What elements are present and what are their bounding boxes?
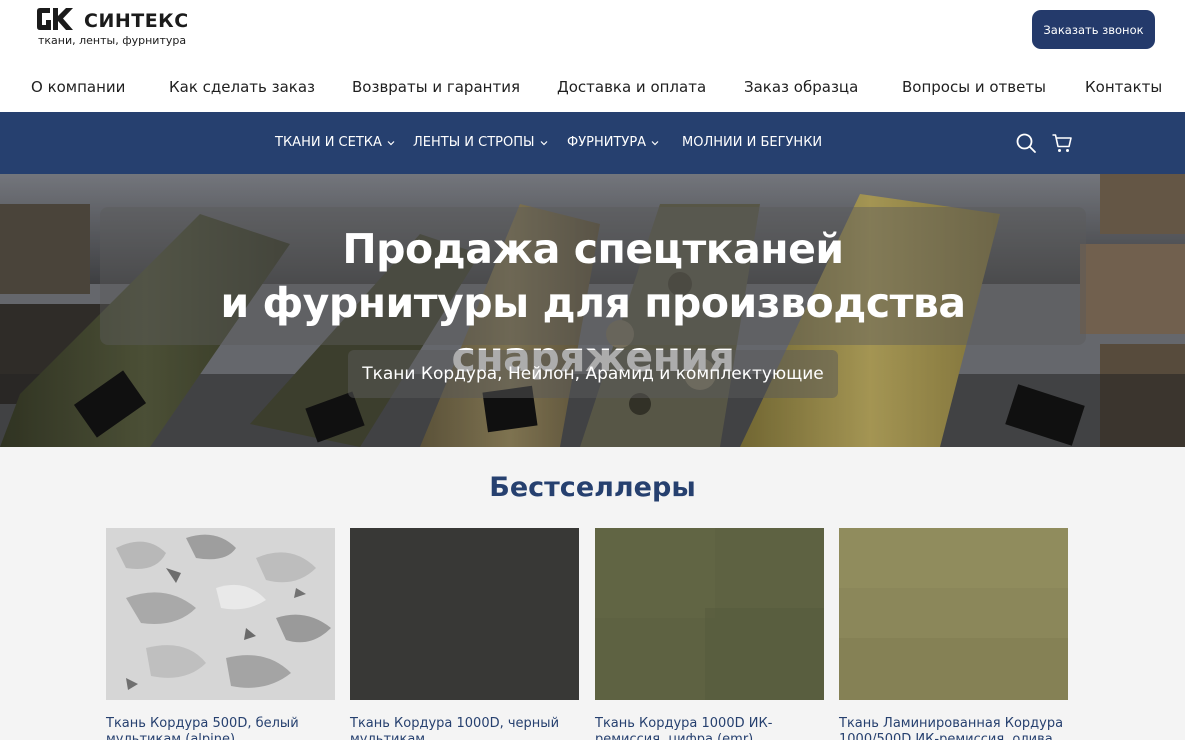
catalog-menu-zippers[interactable]: МОЛНИИ И БЕГУНКИ: [682, 135, 822, 150]
product-name[interactable]: Ткань Кордура 500D, белый мультикам (alp…: [106, 716, 335, 740]
brand-name: СИНТЕКС: [84, 10, 189, 32]
catalog-menu-tapes[interactable]: ЛЕНТЫ И СТРОПЫ: [413, 135, 548, 150]
nav-link-contacts[interactable]: Контакты: [1085, 78, 1162, 96]
product-card[interactable]: Ткань Кордура 1000D, черный мультикам: [350, 528, 579, 740]
order-call-button[interactable]: Заказать звонок: [1032, 10, 1155, 49]
product-card[interactable]: Ткань Кордура 500D, белый мультикам (alp…: [106, 528, 335, 740]
cart-icon[interactable]: [1051, 132, 1073, 154]
catalog-menu-label: ФУРНИТУРА: [567, 135, 647, 150]
product-image: [106, 528, 335, 700]
catalog-bar: ТКАНИ И СЕТКА ЛЕНТЫ И СТРОПЫ ФУРНИТУРА М…: [0, 112, 1185, 174]
nav-link-sample-order[interactable]: Заказ образца: [744, 78, 858, 96]
catalog-menu-hardware[interactable]: ФУРНИТУРА: [567, 135, 659, 150]
nav-link-delivery[interactable]: Доставка и оплата: [557, 78, 706, 96]
chevron-down-icon: [540, 140, 547, 145]
hero-title-line-1: Продажа спецтканей: [342, 225, 844, 273]
product-image: [350, 528, 579, 700]
catalog-menu-label: ЛЕНТЫ И СТРОПЫ: [413, 135, 535, 150]
nav-link-returns[interactable]: Возвраты и гарантия: [352, 78, 520, 96]
product-image: [839, 528, 1068, 700]
bestsellers-title: Бестселлеры: [489, 472, 696, 503]
product-name[interactable]: Ткань Кордура 1000D, черный мультикам: [350, 716, 579, 740]
product-name[interactable]: Ткань Кордура 1000D ИК-ремиссия, цифра (…: [595, 716, 824, 740]
catalog-menu-label: МОЛНИИ И БЕГУНКИ: [682, 135, 823, 150]
catalog-menu-label: ТКАНИ И СЕТКА: [275, 135, 382, 150]
product-card[interactable]: Ткань Кордура 1000D ИК-ремиссия, цифра (…: [595, 528, 824, 740]
nav-link-about[interactable]: О компании: [31, 78, 125, 96]
top-navigation: О компании Как сделать заказ Возвраты и …: [0, 78, 1185, 98]
hero-banner: Продажа спецтканей и фурнитуры для произ…: [0, 174, 1185, 447]
brand-tagline: ткани, ленты, фурнитура: [38, 34, 187, 47]
search-icon[interactable]: [1015, 132, 1037, 154]
chevron-down-icon: [651, 140, 659, 145]
nav-link-faq[interactable]: Вопросы и ответы: [902, 78, 1046, 96]
logo-mark-icon: [37, 8, 73, 30]
site-header: СИНТЕКС ткани, ленты, фурнитура Заказать…: [0, 0, 1185, 112]
product-image: [595, 528, 824, 700]
hero-subtitle: Ткани Кордура, Нейлон, Арамид и комплект…: [362, 364, 824, 384]
product-name[interactable]: Ткань Ламинированная Кордура 1000/500D И…: [839, 716, 1068, 740]
catalog-menu-fabrics[interactable]: ТКАНИ И СЕТКА: [275, 135, 395, 150]
product-card[interactable]: Ткань Ламинированная Кордура 1000/500D И…: [839, 528, 1068, 740]
nav-link-how-to-order[interactable]: Как сделать заказ: [169, 78, 315, 96]
chevron-down-icon: [387, 140, 395, 145]
logo[interactable]: СИНТЕКС ткани, ленты, фурнитура: [36, 6, 196, 50]
